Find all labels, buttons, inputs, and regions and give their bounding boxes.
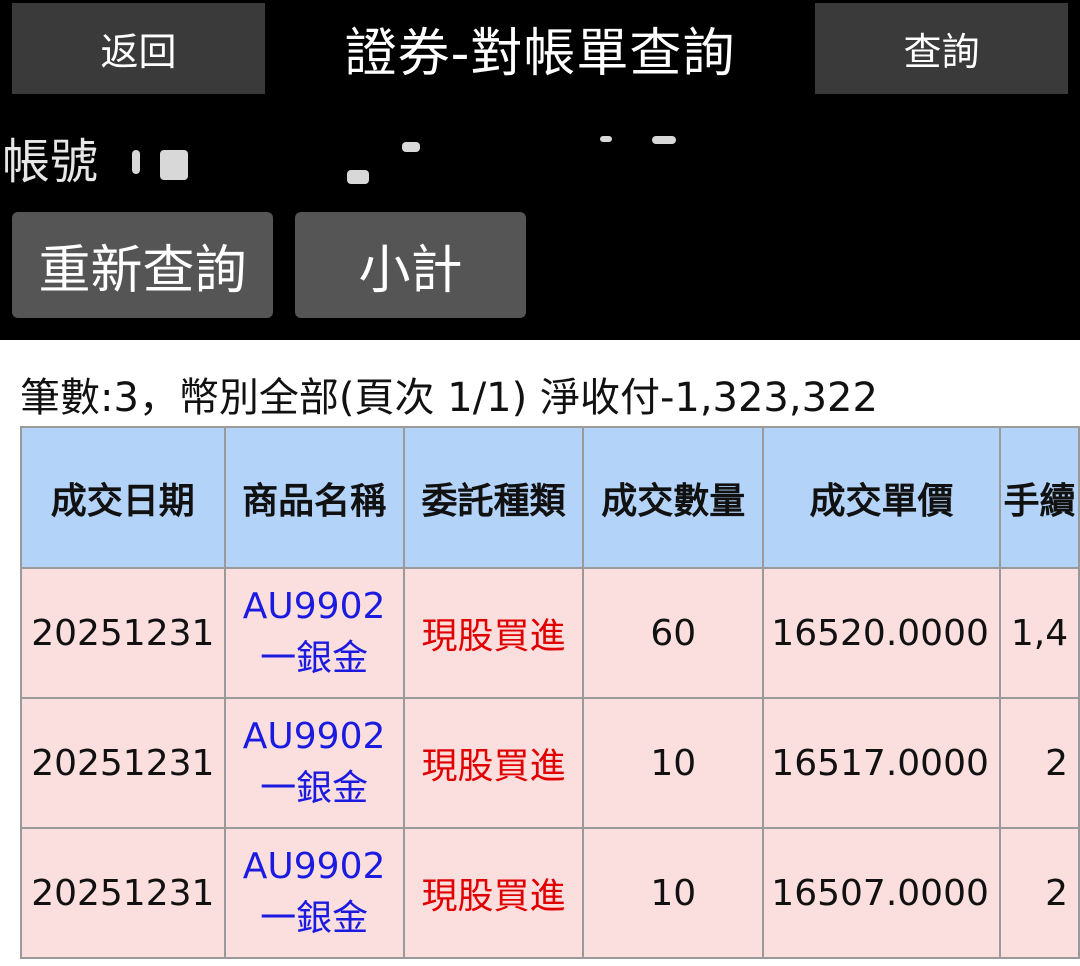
statement-table-container[interactable]: 成交日期 商品名稱 委託種類 成交數量 成交單價 手續 20251231 AU9… [20,426,1080,966]
order-type: 現股買進 [402,697,585,829]
statement-table: 成交日期 商品名稱 委託種類 成交數量 成交單價 手續 20251231 AU9… [20,426,1080,959]
redacted-account-mark [402,142,420,152]
product-name: 一銀金 [260,768,369,809]
table-row[interactable]: 20251231 AU9902 一銀金 現股買進 60 16520.0000 1,… [20,567,1080,699]
header-order-type: 委託種類 [402,426,585,569]
account-label: 帳號 [2,134,99,190]
product-code: AU9902 [242,846,386,887]
table-row[interactable]: 20251231 AU9902 一銀金 現股買進 10 16517.0000 2 [20,697,1080,829]
header-price: 成交單價 [762,426,1001,569]
header-product-name: 商品名稱 [223,426,405,569]
order-type: 現股買進 [402,567,585,699]
redacted-account-mark [160,150,188,180]
product-link[interactable]: AU9902 一銀金 [223,567,405,699]
quantity: 10 [582,697,765,829]
summary-text: 筆數:3，幣別全部(頁次 1/1) 淨收付-1,323,322 [20,375,878,421]
product-name: 一銀金 [260,898,369,939]
subtotal-button[interactable]: 小計 [295,212,526,318]
order-type: 現股買進 [402,827,585,959]
table-header-row: 成交日期 商品名稱 委託種類 成交數量 成交單價 手續 [20,426,1080,569]
product-link[interactable]: AU9902 一銀金 [223,697,405,829]
redacted-account-mark [652,136,676,144]
back-button[interactable]: 返回 [12,3,265,94]
trade-date: 20251231 [20,697,226,829]
redacted-account-mark [132,150,140,174]
price: 16520.0000 [762,567,1001,699]
fee: 2 [998,827,1080,959]
product-link[interactable]: AU9902 一銀金 [223,827,405,959]
header-quantity: 成交數量 [582,426,765,569]
trade-date: 20251231 [20,567,226,699]
redacted-account-mark [347,170,369,184]
query-button[interactable]: 查詢 [815,3,1068,94]
account-row: 帳號 [2,128,1072,196]
header-fee: 手續 [998,426,1080,569]
table-row[interactable]: 20251231 AU9902 一銀金 現股買進 10 16507.0000 2 [20,827,1080,959]
header-trade-date: 成交日期 [20,426,226,569]
quantity: 10 [582,827,765,959]
product-name: 一銀金 [260,638,369,679]
quantity: 60 [582,567,765,699]
requery-button[interactable]: 重新查詢 [12,212,273,318]
page-title: 證券-對帳單查詢 [344,24,736,84]
fee: 2 [998,697,1080,829]
top-panel: 返回 證券-對帳單查詢 查詢 帳號 重新查詢 小計 [0,0,1080,340]
price: 16507.0000 [762,827,1001,959]
product-code: AU9902 [242,586,386,627]
price: 16517.0000 [762,697,1001,829]
redacted-account-mark [600,136,612,142]
product-code: AU9902 [242,716,386,757]
fee: 1,4 [998,567,1080,699]
trade-date: 20251231 [20,827,226,959]
